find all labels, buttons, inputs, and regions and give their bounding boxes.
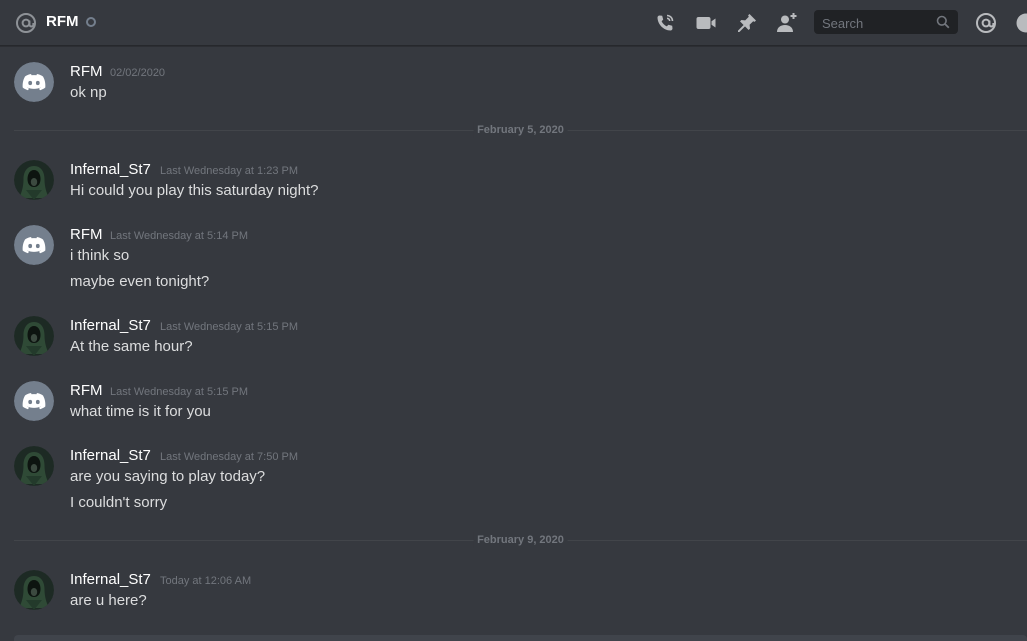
timestamp: Last Wednesday at 7:50 PM xyxy=(160,451,298,463)
call-icon[interactable] xyxy=(653,11,677,35)
pin-icon[interactable] xyxy=(735,11,759,35)
avatar-hooded-figure[interactable] xyxy=(14,316,54,356)
add-user-icon[interactable] xyxy=(775,11,799,35)
date-divider-label: February 5, 2020 xyxy=(473,122,568,138)
avatar-discord[interactable] xyxy=(14,62,54,102)
username[interactable]: Infernal_St7 xyxy=(70,160,151,180)
channel-title: RFM xyxy=(46,13,79,30)
avatar-hooded-figure[interactable] xyxy=(14,446,54,486)
date-divider: February 5, 2020 xyxy=(14,122,1027,138)
username[interactable]: RFM xyxy=(70,62,103,82)
mention-icon[interactable] xyxy=(974,11,998,35)
help-icon[interactable] xyxy=(1014,11,1027,35)
message-text: what time is it for you xyxy=(70,403,211,420)
message-text: I couldn't sorry xyxy=(70,494,168,511)
timestamp: Last Wednesday at 5:14 PM xyxy=(110,230,248,242)
avatar-hooded-figure[interactable] xyxy=(14,160,54,200)
message-text: ok np xyxy=(70,84,107,101)
message-list: RFM 02/02/2020 ok np February 5, 2020 In… xyxy=(0,47,1027,641)
search-input[interactable] xyxy=(820,10,934,36)
message-text: At the same hour? xyxy=(70,338,193,355)
timestamp: Last Wednesday at 5:15 PM xyxy=(110,386,248,398)
channel-header: RFM xyxy=(0,0,1027,46)
video-icon[interactable] xyxy=(694,11,718,35)
search-box[interactable] xyxy=(814,10,958,36)
avatar-hooded-figure[interactable] xyxy=(14,570,54,610)
message-text: maybe even tonight? xyxy=(70,273,210,290)
message-text: Hi could you play this saturday night? xyxy=(70,182,319,199)
message-text: are you saying to play today? xyxy=(70,468,266,485)
search-icon[interactable] xyxy=(936,15,950,29)
date-divider-label: February 9, 2020 xyxy=(473,532,568,548)
message-text: i think so xyxy=(70,247,130,264)
message-input-edge[interactable] xyxy=(14,635,1027,641)
at-icon xyxy=(14,11,38,35)
username[interactable]: RFM xyxy=(70,225,103,245)
date-divider: February 9, 2020 xyxy=(14,532,1027,548)
username[interactable]: Infernal_St7 xyxy=(70,446,151,466)
username[interactable]: Infernal_St7 xyxy=(70,316,151,336)
username[interactable]: Infernal_St7 xyxy=(70,570,151,590)
status-indicator xyxy=(86,17,96,27)
dm-window: RFM Search RFM 02/02/2020 ok np February… xyxy=(0,0,1027,641)
timestamp: 02/02/2020 xyxy=(110,67,166,79)
message-text: are u here? xyxy=(70,592,147,609)
avatar-discord[interactable] xyxy=(14,381,54,421)
timestamp: Today at 12:06 AM xyxy=(160,575,252,587)
username[interactable]: RFM xyxy=(70,381,103,401)
timestamp: Last Wednesday at 5:15 PM xyxy=(160,321,298,333)
avatar-discord[interactable] xyxy=(14,225,54,265)
timestamp: Last Wednesday at 1:23 PM xyxy=(160,165,298,177)
